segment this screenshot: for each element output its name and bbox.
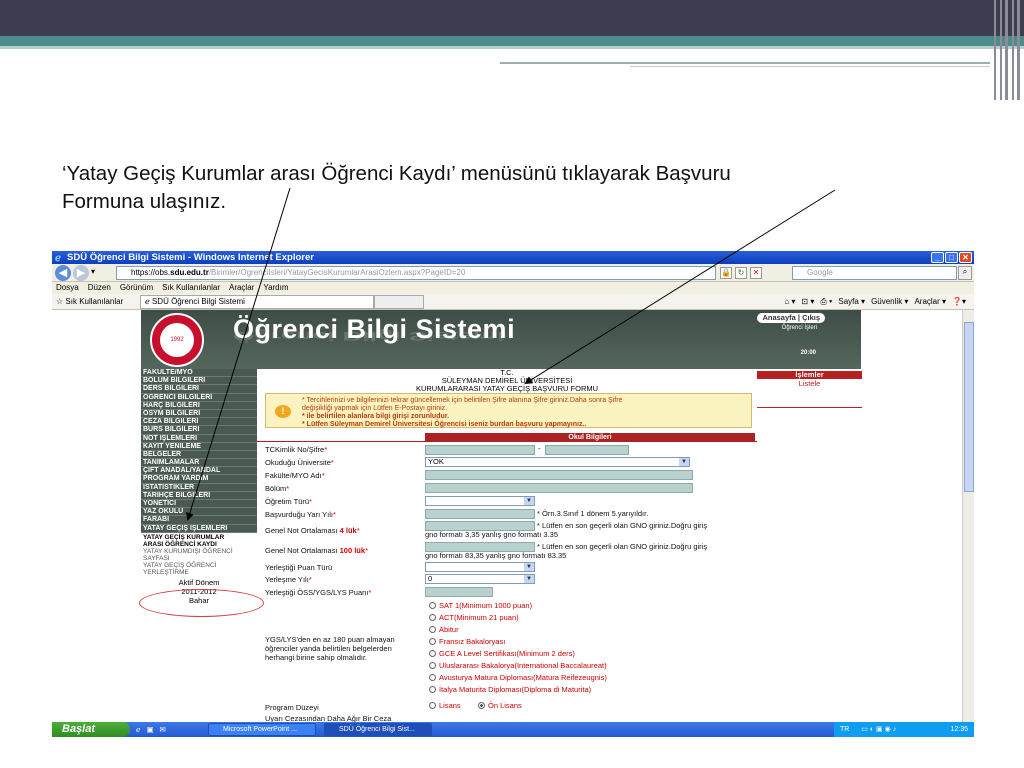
annotation-arrows (185, 187, 836, 521)
arrow-to-menu (185, 187, 291, 521)
arrow-to-form (524, 189, 836, 385)
